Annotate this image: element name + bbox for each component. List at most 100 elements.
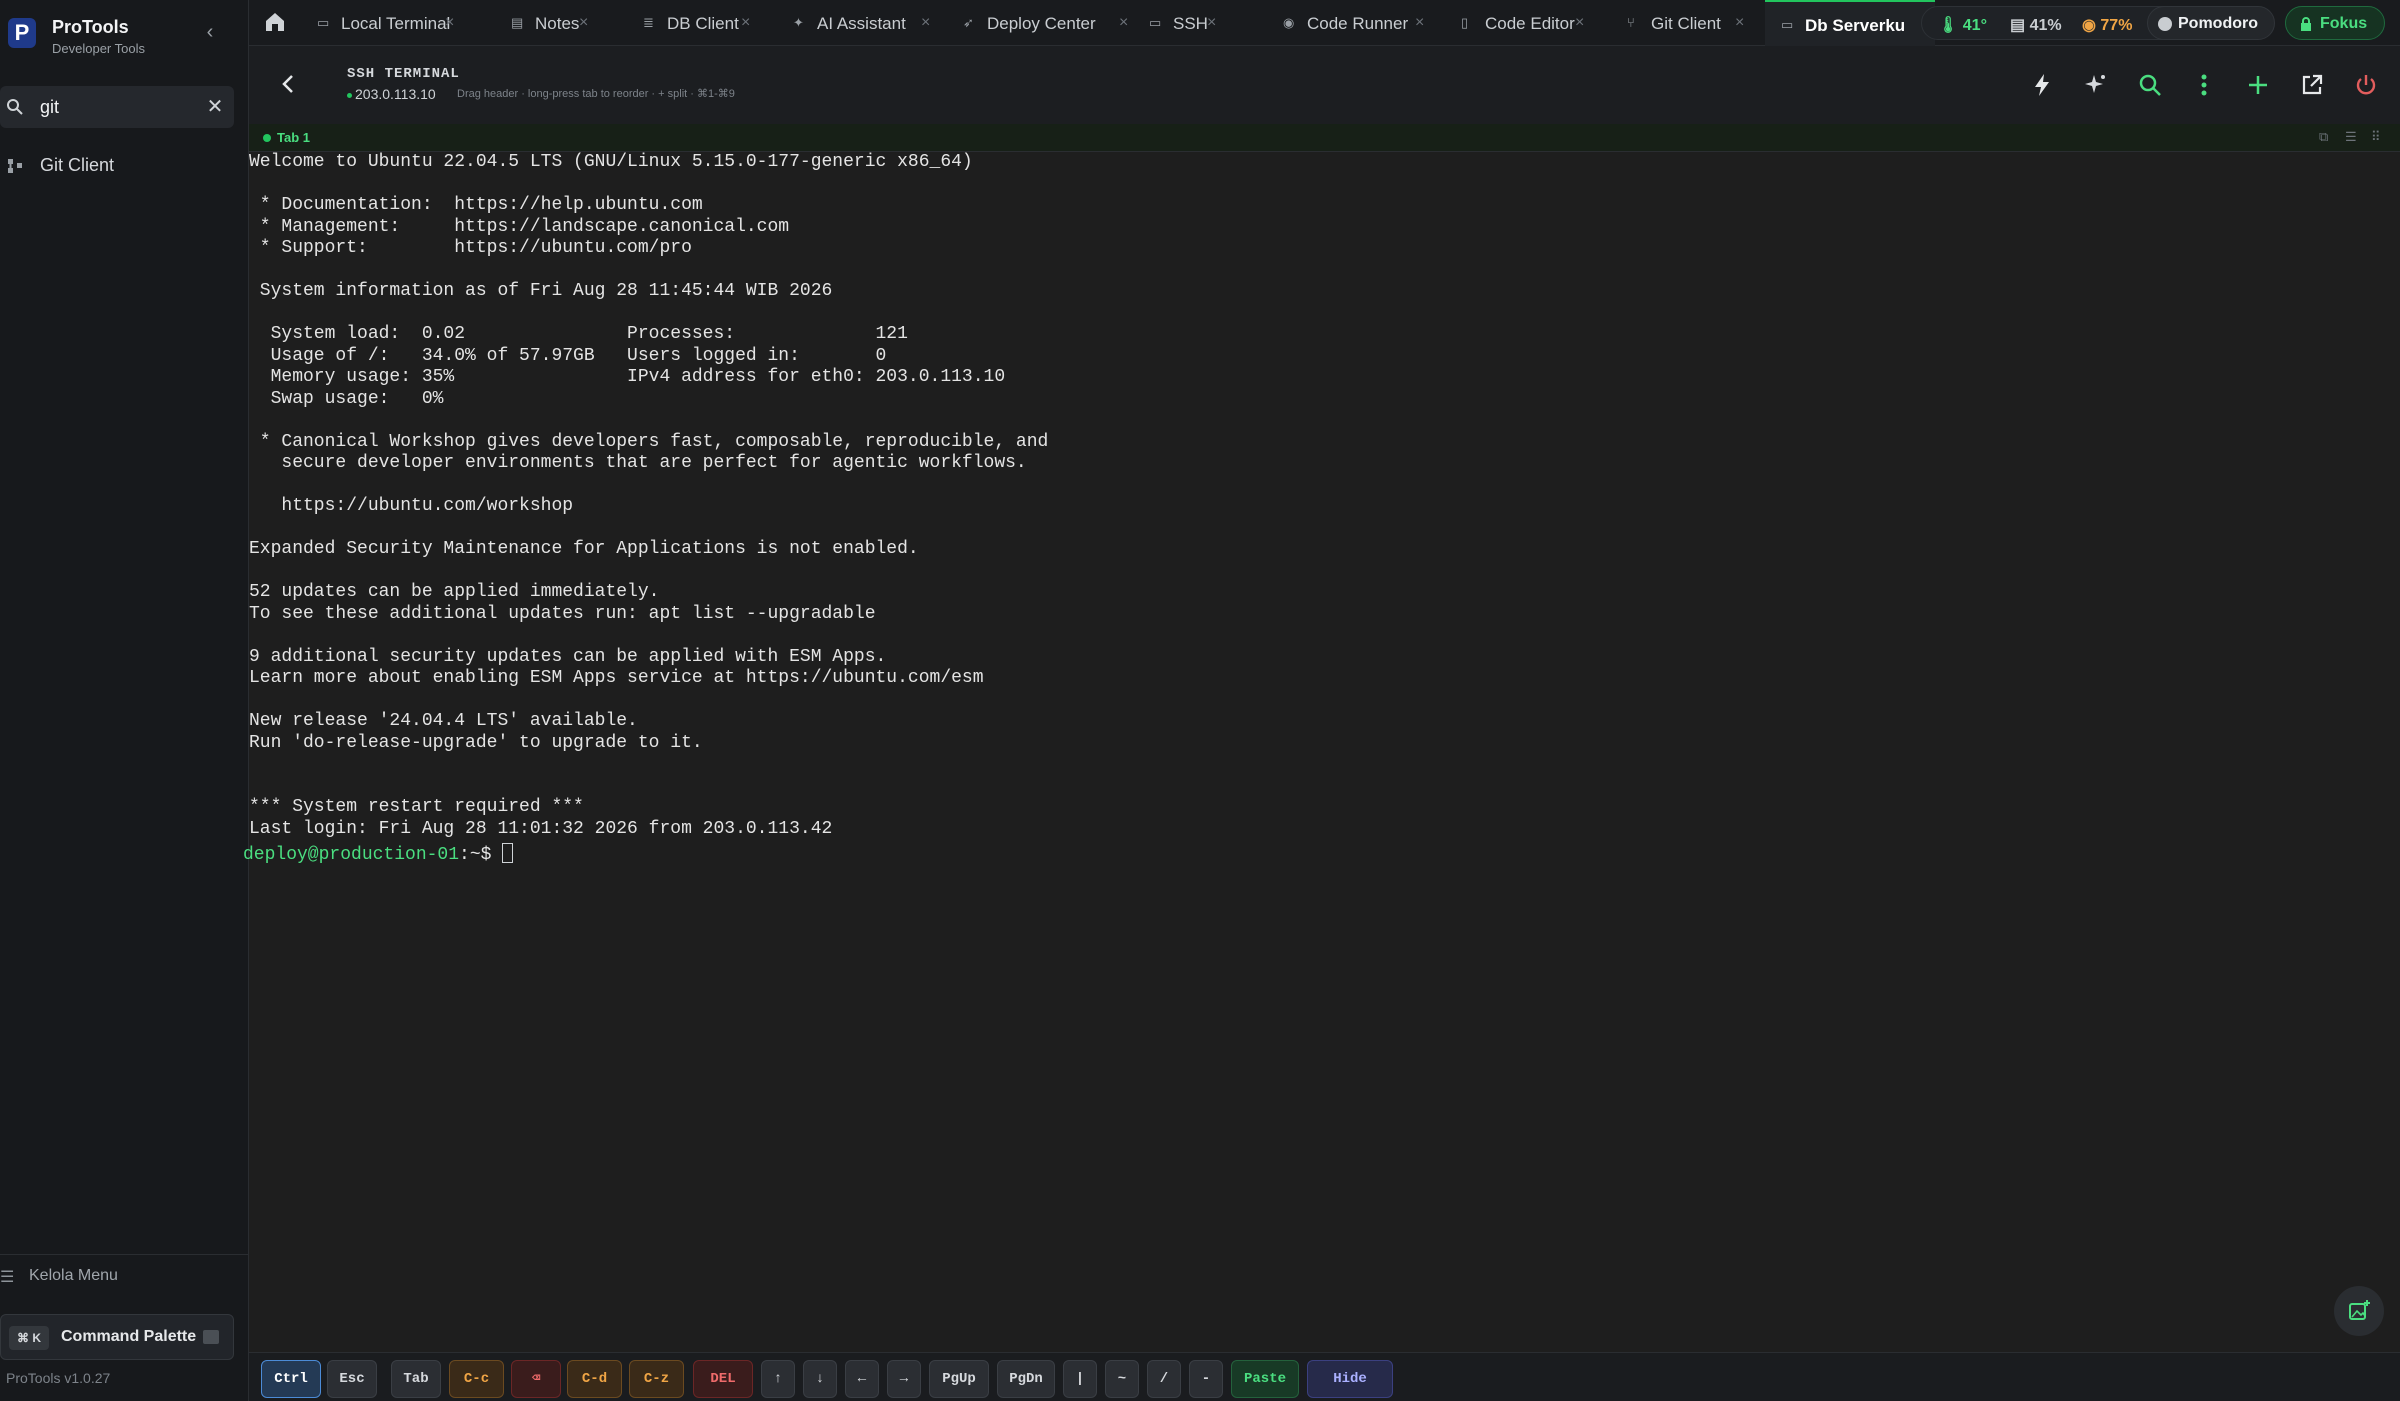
close-tab-icon[interactable]: × bbox=[921, 14, 930, 32]
tab-git-client[interactable]: ⑂ Git Client × bbox=[1627, 0, 1757, 46]
key-symbol-8[interactable]: ↑ bbox=[761, 1360, 795, 1398]
terminal-line: *** System restart required *** bbox=[249, 797, 584, 817]
key-symbol-15[interactable]: ~ bbox=[1105, 1360, 1139, 1398]
close-tab-icon[interactable]: × bbox=[1415, 14, 1424, 32]
terminal-line: Usage of /: 34.0% of 57.97GB Users logge… bbox=[249, 345, 887, 366]
lightning-icon[interactable] bbox=[2029, 72, 2055, 98]
power-icon[interactable] bbox=[2353, 72, 2379, 98]
key-cc[interactable]: C-c bbox=[449, 1360, 504, 1398]
close-tab-icon[interactable]: × bbox=[741, 14, 750, 32]
terminal-line: Memory usage: 35% IPv4 address for eth0:… bbox=[249, 367, 1006, 387]
file-icon: ▯ bbox=[1461, 15, 1469, 30]
key-symbol-11[interactable]: → bbox=[887, 1360, 921, 1398]
key-symbol-16[interactable]: / bbox=[1147, 1360, 1181, 1398]
key-tab[interactable]: Tab bbox=[391, 1360, 441, 1398]
add-icon[interactable] bbox=[2245, 72, 2271, 98]
terminal-line: To see these additional updates run: apt… bbox=[249, 603, 876, 624]
pomodoro-button[interactable]: Pomodoro bbox=[2147, 6, 2275, 40]
close-tab-icon[interactable]: × bbox=[1735, 14, 1744, 32]
app-logo: P bbox=[8, 18, 36, 48]
tab-label: SSH bbox=[1173, 14, 1208, 33]
key-pgup[interactable]: PgUp bbox=[929, 1360, 989, 1398]
close-tab-icon[interactable]: × bbox=[1575, 14, 1584, 32]
search-input[interactable] bbox=[40, 94, 200, 120]
key-paste[interactable]: Paste bbox=[1231, 1360, 1299, 1398]
sliders-icon: ☰ bbox=[0, 1269, 15, 1286]
temperature-text: 41° bbox=[1962, 17, 1987, 34]
split-horizontal-icon[interactable]: ⧉ bbox=[2319, 130, 2333, 144]
close-tab-icon[interactable]: × bbox=[445, 14, 454, 32]
header-hint: Drag header · long-press tab to reorder … bbox=[457, 88, 735, 100]
key-cz[interactable]: C-z bbox=[629, 1360, 684, 1398]
tab-label: Code Runner bbox=[1307, 14, 1409, 33]
tab-label: AI Assistant bbox=[817, 14, 906, 33]
key-symbol-9[interactable]: ↓ bbox=[803, 1360, 837, 1398]
key-ctrl[interactable]: Ctrl bbox=[261, 1360, 321, 1398]
terminal-prompt[interactable]: deploy@production-01:~$ bbox=[243, 843, 514, 867]
key-symbol-10[interactable]: ← bbox=[845, 1360, 879, 1398]
close-tab-icon[interactable]: × bbox=[1207, 14, 1216, 32]
split-vertical-icon[interactable]: ☰ bbox=[2345, 130, 2359, 144]
tab-db-serverku[interactable]: ▭ Db Serverku bbox=[1765, 0, 1935, 46]
notes-icon: ▤ bbox=[511, 15, 524, 30]
key-hide[interactable]: Hide bbox=[1307, 1360, 1393, 1398]
tab-code-editor[interactable]: ▯ Code Editor × bbox=[1461, 0, 1597, 46]
terminal-output[interactable]: Welcome to Ubuntu 22.04.5 LTS (GNU/Linux… bbox=[243, 152, 2400, 1352]
sidebar: P ProTools Developer Tools ‹ ✕ Git Clien… bbox=[0, 0, 249, 1401]
key-cd[interactable]: C-d bbox=[567, 1360, 622, 1398]
tab-label: Git Client bbox=[1651, 14, 1721, 33]
app-version: ProTools v1.0.27 bbox=[6, 1370, 111, 1386]
drag-handle-icon[interactable]: ⠿ bbox=[2371, 130, 2385, 144]
command-palette-button[interactable]: ⌘ K Command Palette bbox=[0, 1314, 234, 1360]
sidebar-item-git-client[interactable]: Git Client bbox=[0, 150, 249, 182]
tab-ai-assistant[interactable]: ✦ AI Assistant × bbox=[793, 0, 943, 46]
sidebar-search[interactable]: ✕ bbox=[0, 86, 234, 128]
terminal-line: 9 additional security updates can be app… bbox=[249, 646, 887, 667]
tab-deploy-center[interactable]: ➶ Deploy Center × bbox=[963, 0, 1141, 46]
close-tab-icon[interactable]: × bbox=[579, 14, 588, 32]
tab-local-terminal[interactable]: ▭ Local Terminal × bbox=[317, 0, 467, 46]
terminal-line: Swap usage: 0% bbox=[249, 388, 444, 409]
collapse-sidebar-button[interactable]: ‹ bbox=[200, 22, 220, 42]
more-options-icon[interactable] bbox=[2191, 72, 2217, 98]
tab-ssh[interactable]: ▭ SSH × bbox=[1149, 0, 1229, 46]
session-tab-1[interactable]: Tab 1 bbox=[277, 130, 310, 145]
tab-label: Code Editor bbox=[1485, 14, 1575, 33]
key-pgdn[interactable]: PgDn bbox=[997, 1360, 1055, 1398]
terminal-line: System information as of Fri Aug 28 11:4… bbox=[249, 281, 833, 301]
battery-value: ◉ 77% bbox=[2082, 17, 2133, 34]
search-icon[interactable] bbox=[2137, 72, 2163, 98]
back-icon[interactable] bbox=[277, 72, 301, 96]
tab-label: DB Client bbox=[667, 14, 739, 33]
clear-search-icon[interactable]: ✕ bbox=[204, 96, 226, 118]
temperature-value: 🌡 41° bbox=[1938, 17, 1987, 34]
key-symbol-14[interactable]: | bbox=[1063, 1360, 1097, 1398]
tab-code-runner[interactable]: ◉ Code Runner × bbox=[1283, 0, 1437, 46]
key-symbol-17[interactable]: - bbox=[1189, 1360, 1223, 1398]
extra-keys-bar: Ctrl Esc Tab C-c ⌫ C-d C-z DEL ↑ ↓ ← → PgUp PgDn | ~ / - P… bbox=[249, 1352, 2400, 1401]
command-palette-label: Command Palette bbox=[61, 1328, 197, 1345]
tab-notes[interactable]: ▤ Notes × bbox=[511, 0, 601, 46]
ai-sparkle-icon[interactable] bbox=[2083, 72, 2109, 98]
close-tab-icon[interactable]: × bbox=[1119, 14, 1128, 32]
tab-db-client[interactable]: ≣ DB Client × bbox=[643, 0, 763, 46]
terminal-line: System load: 0.02 Processes: 121 bbox=[249, 324, 908, 344]
manage-menu-button[interactable]: ☰ Kelola Menu bbox=[0, 1254, 249, 1294]
focus-button[interactable]: Fokus bbox=[2285, 6, 2385, 40]
key-symbol-4[interactable]: ⌫ bbox=[511, 1360, 561, 1398]
terminal-line: Learn more about enabling ESM Apps servi… bbox=[249, 668, 984, 688]
home-icon[interactable] bbox=[263, 10, 287, 34]
external-link-icon[interactable] bbox=[2299, 72, 2325, 98]
terminal-line: New release '24.04.4 LTS' available. bbox=[249, 711, 638, 731]
terminal-line: * Canonical Workshop gives developers fa… bbox=[249, 431, 1049, 452]
terminal-cursor bbox=[502, 843, 514, 863]
timer-icon bbox=[2158, 17, 2172, 31]
key-esc[interactable]: Esc bbox=[327, 1360, 377, 1398]
terminal-header[interactable]: SSH TERMINAL 203.0.113.10 Drag header · … bbox=[249, 46, 2400, 124]
tab-bar: ▭ Local Terminal × ▤ Notes × ≣ DB Client × ✦ AI As… bbox=[249, 0, 2400, 46]
connection-status-dot bbox=[347, 92, 352, 98]
key-del[interactable]: DEL bbox=[693, 1360, 753, 1398]
add-image-button[interactable] bbox=[2334, 1286, 2384, 1336]
system-status: 🌡 41° ▤ 41% ◉ 77% bbox=[1921, 6, 2185, 40]
shortcut-key: ⌘ K bbox=[9, 1326, 49, 1350]
